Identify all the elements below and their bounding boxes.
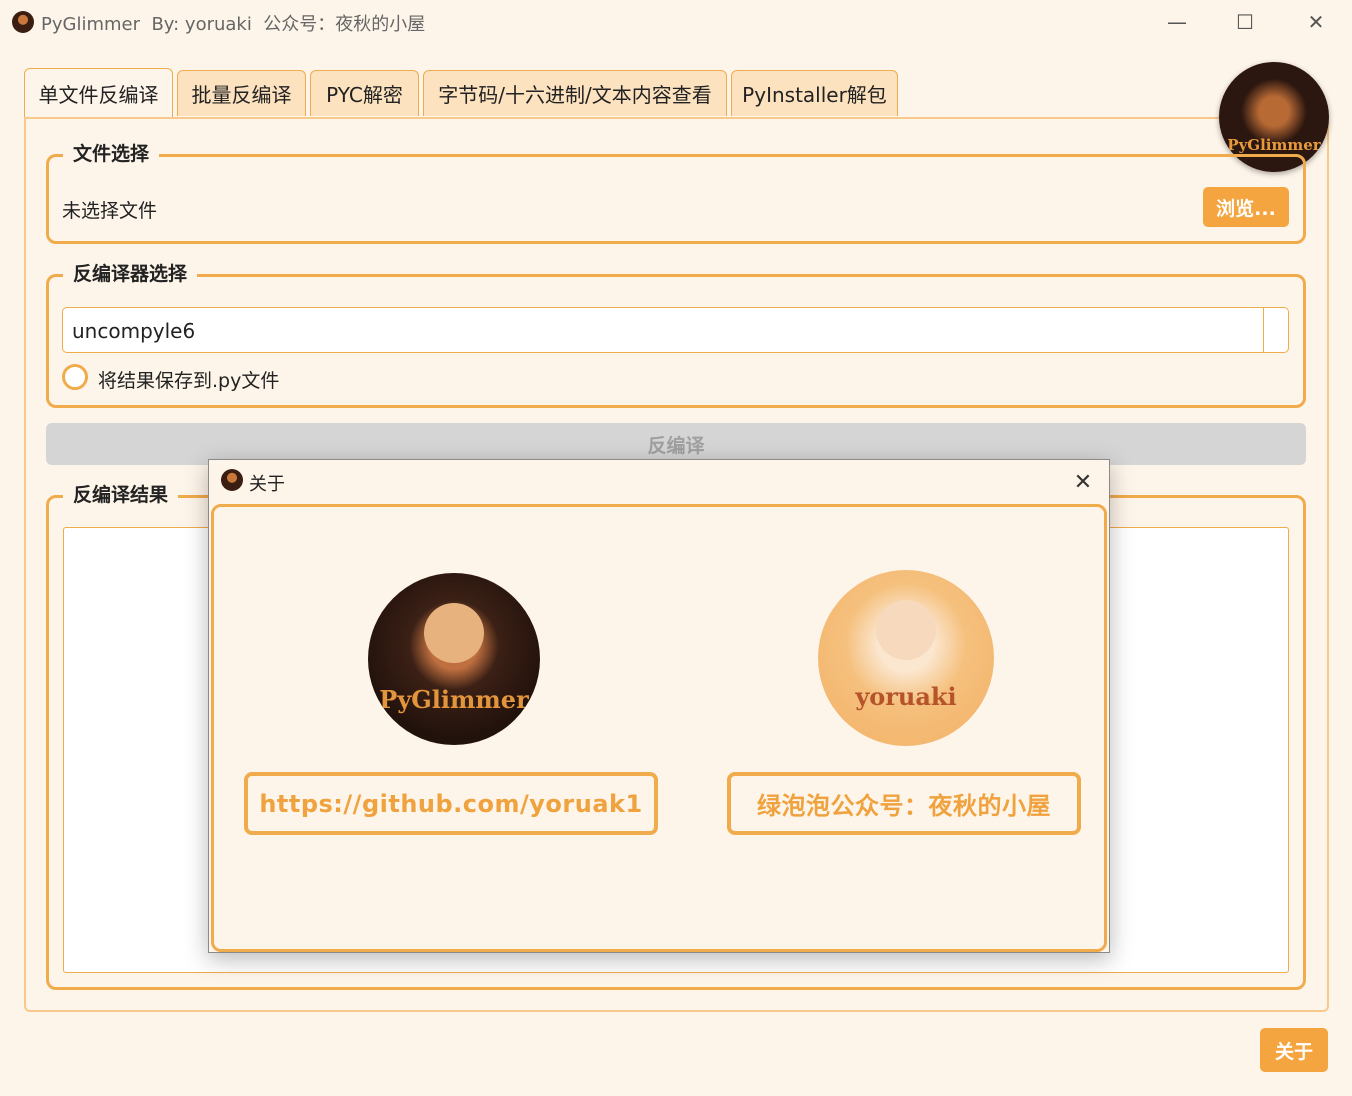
tab-pyc-decrypt[interactable]: PYC解密 xyxy=(310,70,419,116)
character-face-icon xyxy=(424,603,484,663)
close-window-button[interactable]: ✕ xyxy=(1293,6,1339,38)
about-button[interactable]: 关于 xyxy=(1260,1028,1328,1072)
dialog-content-frame: PyGlimmer yoruaki https://github.com/yor… xyxy=(211,504,1107,952)
dropdown-arrow-icon[interactable] xyxy=(1263,308,1288,352)
app-logo-icon xyxy=(12,11,34,33)
pyglimmer-logo-caption: PyGlimmer xyxy=(379,685,529,714)
pyglimmer-logo-text: PyGlimmer xyxy=(1227,136,1321,154)
wechat-account-label[interactable]: 绿泡泡公众号：夜秋的小屋 xyxy=(727,772,1081,835)
github-link[interactable]: https://github.com/yoruak1 xyxy=(244,772,658,835)
save-to-py-label[interactable]: 将结果保存到.py文件 xyxy=(98,366,279,393)
tab-pyinstaller-unpack[interactable]: PyInstaller解包 xyxy=(731,70,898,116)
character-face-icon xyxy=(876,600,936,660)
tab-single-decompile[interactable]: 单文件反编译 xyxy=(24,68,173,118)
dialog-logo-icon xyxy=(221,469,243,491)
yoruaki-logo-caption: yoruaki xyxy=(855,682,957,711)
title-bar: PyGlimmer By: yoruaki 公众号：夜秋的小屋 — ☐ ✕ xyxy=(0,0,1352,44)
decompiler-select-title: 反编译器选择 xyxy=(63,259,198,286)
about-dialog: 关于 ✕ PyGlimmer yoruaki https://github.co… xyxy=(208,459,1110,953)
maximize-button[interactable]: ☐ xyxy=(1222,6,1268,38)
decompiler-dropdown[interactable]: uncompyle6 xyxy=(62,307,1289,353)
save-to-py-checkbox[interactable] xyxy=(62,364,88,390)
pyglimmer-logo-image: PyGlimmer xyxy=(368,573,540,745)
window-title: PyGlimmer By: yoruaki 公众号：夜秋的小屋 xyxy=(41,14,426,35)
result-title: 反编译结果 xyxy=(63,480,179,507)
tab-batch-decompile[interactable]: 批量反编译 xyxy=(177,70,306,116)
file-status-label: 未选择文件 xyxy=(62,200,158,222)
yoruaki-avatar-image: yoruaki xyxy=(818,570,994,746)
tab-bytecode-hex-text-view[interactable]: 字节码/十六进制/文本内容查看 xyxy=(423,70,727,116)
minimize-button[interactable]: — xyxy=(1154,6,1200,38)
dialog-title: 关于 xyxy=(249,474,285,495)
browse-button[interactable]: 浏览... xyxy=(1203,187,1289,227)
decompiler-selected-value: uncompyle6 xyxy=(72,319,196,343)
file-select-group: 文件选择 xyxy=(46,139,1306,244)
dialog-close-icon[interactable]: ✕ xyxy=(1061,464,1105,500)
file-select-title: 文件选择 xyxy=(63,139,160,166)
